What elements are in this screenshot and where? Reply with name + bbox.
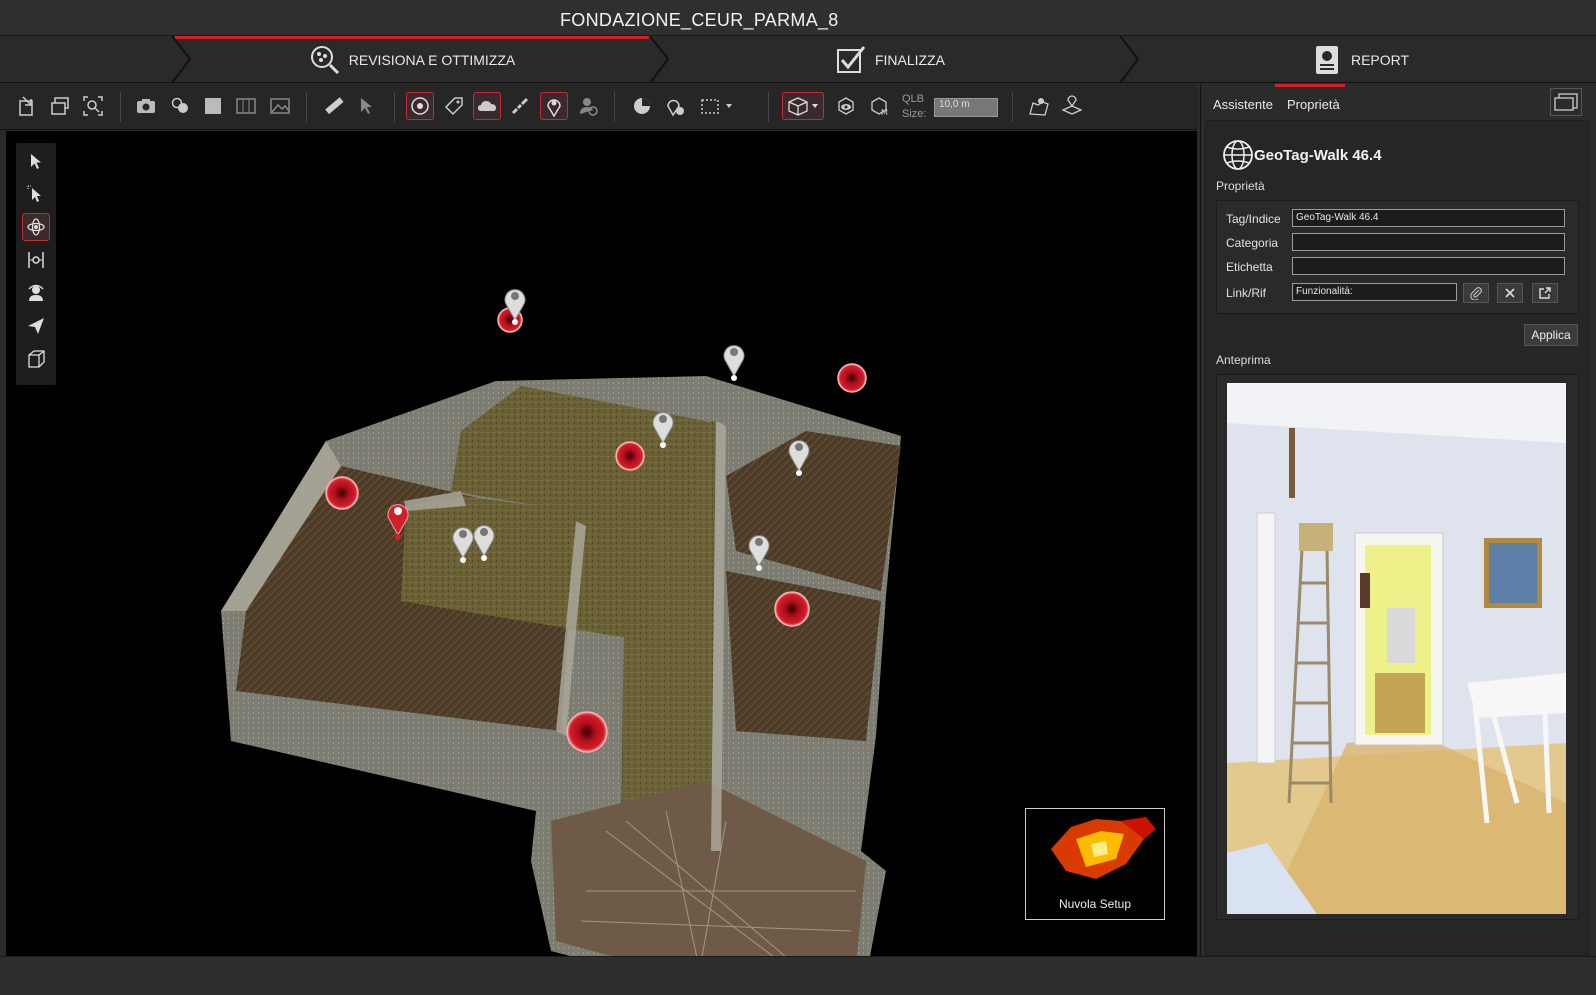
point-cloud-view <box>221 289 901 956</box>
label-label: Etichetta <box>1226 260 1273 274</box>
pin-add-icon[interactable] <box>661 92 689 120</box>
status-bar <box>0 956 1596 995</box>
workflow-steps: REVISIONA E OTTIMIZZA FINALIZZA REPORT <box>0 36 1596 83</box>
external-link-icon <box>1539 287 1551 299</box>
open-link-button[interactable] <box>1532 283 1558 303</box>
zoom-extents-icon[interactable] <box>79 92 107 120</box>
panorama-icon[interactable] <box>232 92 260 120</box>
step-label: REVISIONA E OTTIMIZZA <box>348 51 516 68</box>
maximize-panel-button[interactable] <box>1550 88 1582 116</box>
minimap-label: Nuvola Setup <box>1058 897 1132 911</box>
pointer-measure-icon[interactable] <box>353 92 381 120</box>
step-separator <box>171 36 192 83</box>
toolbar-divider <box>614 92 615 122</box>
orbit-icon[interactable] <box>22 213 50 241</box>
fly-paper-plane-icon[interactable] <box>22 312 50 340</box>
object-title: GeoTag-Walk 46.4 <box>1254 147 1382 164</box>
step-finalize[interactable]: FINALIZZA <box>660 36 1120 83</box>
cloud-icon[interactable] <box>473 92 501 120</box>
checkbox-icon <box>835 44 867 76</box>
windows-icon[interactable] <box>46 92 74 120</box>
toolbar-divider <box>1012 92 1013 122</box>
point-cloud-thumbnail <box>1051 817 1156 879</box>
step-label: FINALIZZA <box>874 51 945 68</box>
active-tab-indicator <box>1275 84 1345 87</box>
pan-center-icon[interactable] <box>22 246 50 274</box>
maximize-icon <box>1554 93 1578 111</box>
active-step-indicator <box>175 36 649 39</box>
user-geo-icon[interactable] <box>574 92 602 120</box>
tag-icon[interactable] <box>440 92 468 120</box>
svg-text:M: M <box>881 108 888 117</box>
step-separator <box>649 36 670 83</box>
qlb-label-line: QLB <box>902 93 925 105</box>
tag-label: Tag/Indice <box>1226 212 1281 226</box>
review-optimize-icon <box>309 44 341 76</box>
navigation-tools <box>16 143 56 385</box>
toolbar-divider <box>768 92 769 122</box>
camera-icon[interactable] <box>132 92 160 120</box>
project-title: FONDAZIONE_CEUR_PARMA_8 <box>560 10 839 30</box>
3d-viewport[interactable]: Nuvola Setup <box>6 131 1197 956</box>
section-properties-label: Proprietà <box>1216 179 1265 193</box>
category-field[interactable] <box>1292 233 1565 251</box>
report-icon <box>1311 44 1343 76</box>
label-field[interactable] <box>1292 257 1565 275</box>
tag-field[interactable]: GeoTag-Walk 46.4 <box>1292 209 1565 227</box>
dropdown-arrow-icon[interactable] <box>722 92 736 120</box>
select-arrow-icon[interactable] <box>22 147 50 175</box>
image-icon[interactable] <box>266 92 294 120</box>
size-label-line: Size: <box>902 108 927 120</box>
tab-proprieta[interactable]: Proprietà <box>1281 84 1346 120</box>
qlb-size-label: QLB Size: <box>902 92 926 122</box>
geotag-pin-icon[interactable] <box>540 92 568 120</box>
toolbar-divider <box>394 92 395 122</box>
link-label: Link/Rif <box>1226 286 1267 300</box>
cube-eye-icon[interactable] <box>832 92 860 120</box>
toolbar-divider <box>306 92 307 122</box>
cluster-icon[interactable] <box>166 92 194 120</box>
link-field[interactable]: Funzionalità: <box>1292 283 1457 301</box>
step-separator <box>1119 36 1140 83</box>
category-label: Categoria <box>1226 236 1279 250</box>
globe-icon <box>1223 140 1253 170</box>
view-cube-icon[interactable] <box>782 92 824 120</box>
qlb-size-input[interactable]: 10,0 m <box>934 98 998 117</box>
step-report[interactable]: REPORT <box>1130 36 1590 83</box>
close-icon <box>1505 288 1515 298</box>
pie-icon[interactable] <box>628 92 656 120</box>
clear-link-button[interactable] <box>1497 283 1523 303</box>
nuvola-setup-thumbnail[interactable]: Nuvola Setup <box>1025 808 1165 920</box>
paperclip-icon <box>1470 287 1482 300</box>
step-label: REPORT <box>1350 51 1410 68</box>
selection-rect-icon[interactable] <box>696 92 724 120</box>
target-icon[interactable] <box>406 92 434 120</box>
square-icon[interactable] <box>199 92 227 120</box>
room-photo <box>1227 383 1566 914</box>
section-preview-label: Anteprima <box>1216 353 1271 367</box>
import-icon[interactable] <box>13 92 41 120</box>
select-area-icon[interactable] <box>22 180 50 208</box>
map-pin-icon[interactable] <box>1025 92 1053 120</box>
tape-measure-icon[interactable] <box>506 92 534 120</box>
app-window: FONDAZIONE_CEUR_PARMA_8 REVISIONA E OTTI… <box>0 0 1596 995</box>
main-toolbar: M <box>0 84 1197 130</box>
toolbar-divider <box>120 92 121 122</box>
title-bar: FONDAZIONE_CEUR_PARMA_8 <box>0 0 1596 36</box>
attach-button[interactable] <box>1463 283 1489 303</box>
ruler-icon[interactable] <box>320 92 348 120</box>
cube-m-icon[interactable]: M <box>866 92 894 120</box>
location-layers-icon[interactable] <box>1058 92 1086 120</box>
step-review-optimize[interactable]: REVISIONA E OTTIMIZZA <box>175 36 649 83</box>
walk-person-icon[interactable] <box>22 279 50 307</box>
preview-image <box>1227 383 1566 914</box>
apply-button[interactable]: Applica <box>1524 324 1578 346</box>
cube-view-icon[interactable] <box>22 345 50 373</box>
tab-assistente[interactable]: Assistente <box>1207 84 1279 120</box>
